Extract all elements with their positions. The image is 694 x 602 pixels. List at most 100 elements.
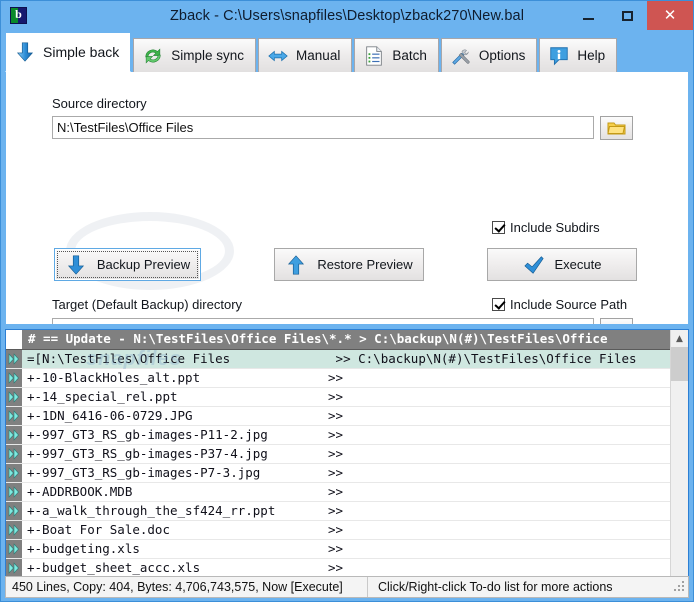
todo-list-row[interactable]: +-997_GT3_RS_gb-images-P37-4.jpg >> [6,445,670,464]
row-text: +-10-BlackHoles_alt.ppt >> [27,370,344,385]
double-chevron-right-icon [8,391,19,403]
target-browse-button[interactable] [600,318,633,325]
app-icon-letter: b [15,7,22,21]
include-source-path-checkbox[interactable]: Include Source Path [492,297,627,312]
row-gutter [6,445,22,463]
minimize-button[interactable] [569,1,608,30]
row-gutter [6,464,22,482]
double-chevron-right-icon [8,543,19,555]
resize-grip[interactable] [674,581,686,593]
tab-help[interactable]: Help [539,38,618,72]
row-gutter [6,521,22,539]
tab-options[interactable]: Options [440,38,538,72]
status-bar: 450 Lines, Copy: 404, Bytes: 4,706,743,5… [5,576,689,598]
checkmark-icon [523,255,544,274]
tab-label: Options [478,48,526,63]
up-arrow-icon [288,254,305,274]
row-gutter [6,350,22,368]
double-chevron-right-icon [8,429,19,441]
execute-button[interactable]: Execute [487,248,637,281]
todo-list-row[interactable]: +-a_walk_through_the_sf424_rr.ppt >> [6,502,670,521]
tab-label: Help [577,48,606,63]
double-chevron-right-icon [8,562,19,574]
tab-label: Manual [296,48,341,63]
row-text: +-997_GT3_RS_gb-images-P11-2.jpg >> [27,427,344,442]
target-directory-input[interactable] [52,318,594,324]
row-text: +-14_special_rel.ppt >> [27,389,344,404]
maximize-button[interactable] [608,1,647,30]
tab-manual[interactable]: Manual [258,38,353,72]
double-chevron-right-icon [8,353,19,365]
tools-icon [452,49,470,65]
todo-list[interactable]: snapfiles # == Update - N:\TestFiles\Off… [5,329,689,592]
target-directory-label: Target (Default Backup) directory [52,297,243,312]
source-directory-input[interactable] [52,116,594,139]
info-icon [550,46,569,65]
checkbox-icon [492,221,505,234]
include-subdirs-checkbox[interactable]: Include Subdirs [492,220,600,235]
todo-list-row[interactable]: +-997_GT3_RS_gb-images-P11-2.jpg >> [6,426,670,445]
minimize-icon [583,17,594,20]
tab-batch[interactable]: Batch [354,38,439,72]
restore-preview-button[interactable]: Restore Preview [274,248,424,281]
source-browse-button[interactable] [600,116,633,140]
row-gutter [6,540,22,558]
tab-label: Simple sync [171,48,245,63]
header-gutter [6,330,23,349]
scroll-up-button[interactable]: ▲ [671,330,688,347]
folder-icon [607,122,626,135]
todo-list-row[interactable]: +-997_GT3_RS_gb-images-P7-3.jpg >> [6,464,670,483]
todo-list-rows: snapfiles # == Update - N:\TestFiles\Off… [6,330,670,591]
double-chevron-right-icon [8,372,19,384]
button-label: Backup Preview [96,257,191,272]
button-label: Execute [554,257,602,272]
scroll-track[interactable] [671,347,688,574]
double-chevron-right-icon [8,505,19,517]
include-subdirs-label: Include Subdirs [510,220,600,235]
double-chevron-right-icon [8,486,19,498]
todo-list-scrollbar[interactable]: ▲ ▼ [670,330,688,591]
tab-label: Batch [392,48,427,63]
row-text: +-997_GT3_RS_gb-images-P37-4.jpg >> [27,446,344,461]
row-text: +-1DN_6416-06-0729.JPG >> [27,408,344,423]
scroll-thumb[interactable] [671,347,688,381]
tab-simple-sync[interactable]: Simple sync [133,38,257,72]
double-chevron-right-icon [8,467,19,479]
window-controls: ✕ [569,1,693,30]
row-text: +-Boat For Sale.doc >> [27,522,344,537]
status-left: 450 Lines, Copy: 404, Bytes: 4,706,743,5… [12,580,343,594]
maximize-icon [622,10,633,21]
down-arrow-icon [16,42,34,62]
down-arrow-icon [67,255,84,275]
backup-preview-button[interactable]: Backup Preview [54,248,201,281]
left-right-arrow-icon [268,50,288,61]
close-icon: ✕ [663,6,677,24]
todo-list-row[interactable]: +-Boat For Sale.doc >> [6,521,670,540]
todo-list-row[interactable]: =[N:\TestFiles\Office Files >> C:\backup… [6,350,670,369]
todo-list-row[interactable]: +-10-BlackHoles_alt.ppt >> [6,369,670,388]
todo-list-row[interactable]: +-budgeting.xls >> [6,540,670,559]
document-list-icon [366,45,383,66]
row-gutter [6,407,22,425]
simple-back-panel: Source directory Include Subdirs Backup … [5,72,689,325]
tab-simple-back[interactable]: Simple back [5,32,132,72]
row-text: +-budgeting.xls >> [27,541,344,556]
double-chevron-right-icon [8,524,19,536]
row-text: +-a_walk_through_the_sf424_rr.ppt >> [27,503,344,518]
folder-icon [607,322,626,325]
todo-list-row[interactable]: +-14_special_rel.ppt >> [6,388,670,407]
row-gutter [6,483,22,501]
sync-refresh-icon [145,47,161,64]
todo-list-header: # == Update - N:\TestFiles\Office Files\… [6,330,670,350]
checkbox-icon [492,298,505,311]
row-gutter [6,388,22,406]
double-chevron-right-icon [8,410,19,422]
include-source-path-label: Include Source Path [510,297,628,312]
todo-list-row[interactable]: +-ADDRBOOK.MDB >> [6,483,670,502]
close-button[interactable]: ✕ [647,1,693,30]
tab-bar: Simple back Simple sync Manual Batch Opt… [5,30,689,72]
header-text: # == Update - N:\TestFiles\Office Files\… [28,331,608,346]
zback-app-icon: b [10,7,27,24]
todo-list-row[interactable]: +-1DN_6416-06-0729.JPG >> [6,407,670,426]
row-text: +-ADDRBOOK.MDB >> [27,484,344,499]
